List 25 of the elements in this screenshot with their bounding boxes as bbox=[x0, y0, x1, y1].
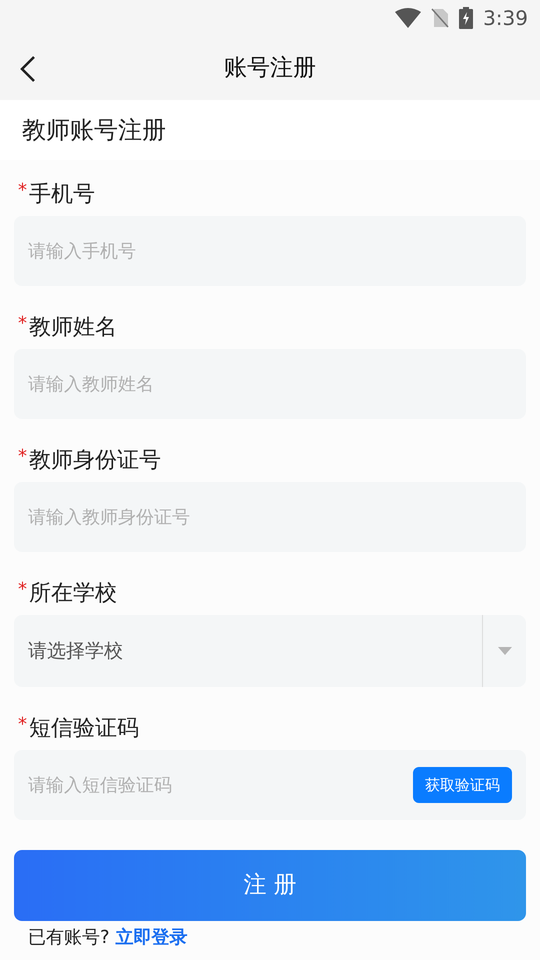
page-title: 账号注册 bbox=[224, 54, 316, 83]
register-button[interactable]: 注 册 bbox=[14, 850, 526, 921]
wifi-icon bbox=[395, 8, 422, 28]
input-field[interactable]: 请输入手机号 bbox=[14, 216, 526, 286]
field-label: 教师身份证号 bbox=[29, 447, 161, 475]
dropdown-icon bbox=[498, 647, 512, 655]
battery-charging-icon bbox=[459, 7, 474, 29]
field-label: 教师姓名 bbox=[29, 314, 117, 342]
status-time: 3:39 bbox=[483, 5, 528, 32]
section-title: 教师账号注册 bbox=[22, 115, 166, 146]
required-mark: * bbox=[18, 315, 27, 333]
input-field[interactable]: 请输入教师身份证号 bbox=[14, 482, 526, 552]
required-mark: * bbox=[18, 448, 27, 466]
field-label: 短信验证码 bbox=[29, 715, 139, 743]
required-mark: * bbox=[18, 716, 27, 734]
required-mark: * bbox=[18, 182, 27, 200]
school-select[interactable]: 请选择学校 bbox=[14, 615, 526, 687]
login-prompt: 已有账号? bbox=[28, 926, 110, 950]
no-sim-icon bbox=[431, 8, 450, 28]
field-label: 所在学校 bbox=[29, 580, 117, 608]
login-link[interactable]: 立即登录 bbox=[116, 924, 188, 951]
get-code-button[interactable]: 获取验证码 bbox=[413, 767, 512, 803]
required-mark: * bbox=[18, 581, 27, 599]
field-label: 手机号 bbox=[29, 181, 95, 209]
input-field[interactable]: 请输入教师姓名 bbox=[14, 349, 526, 419]
